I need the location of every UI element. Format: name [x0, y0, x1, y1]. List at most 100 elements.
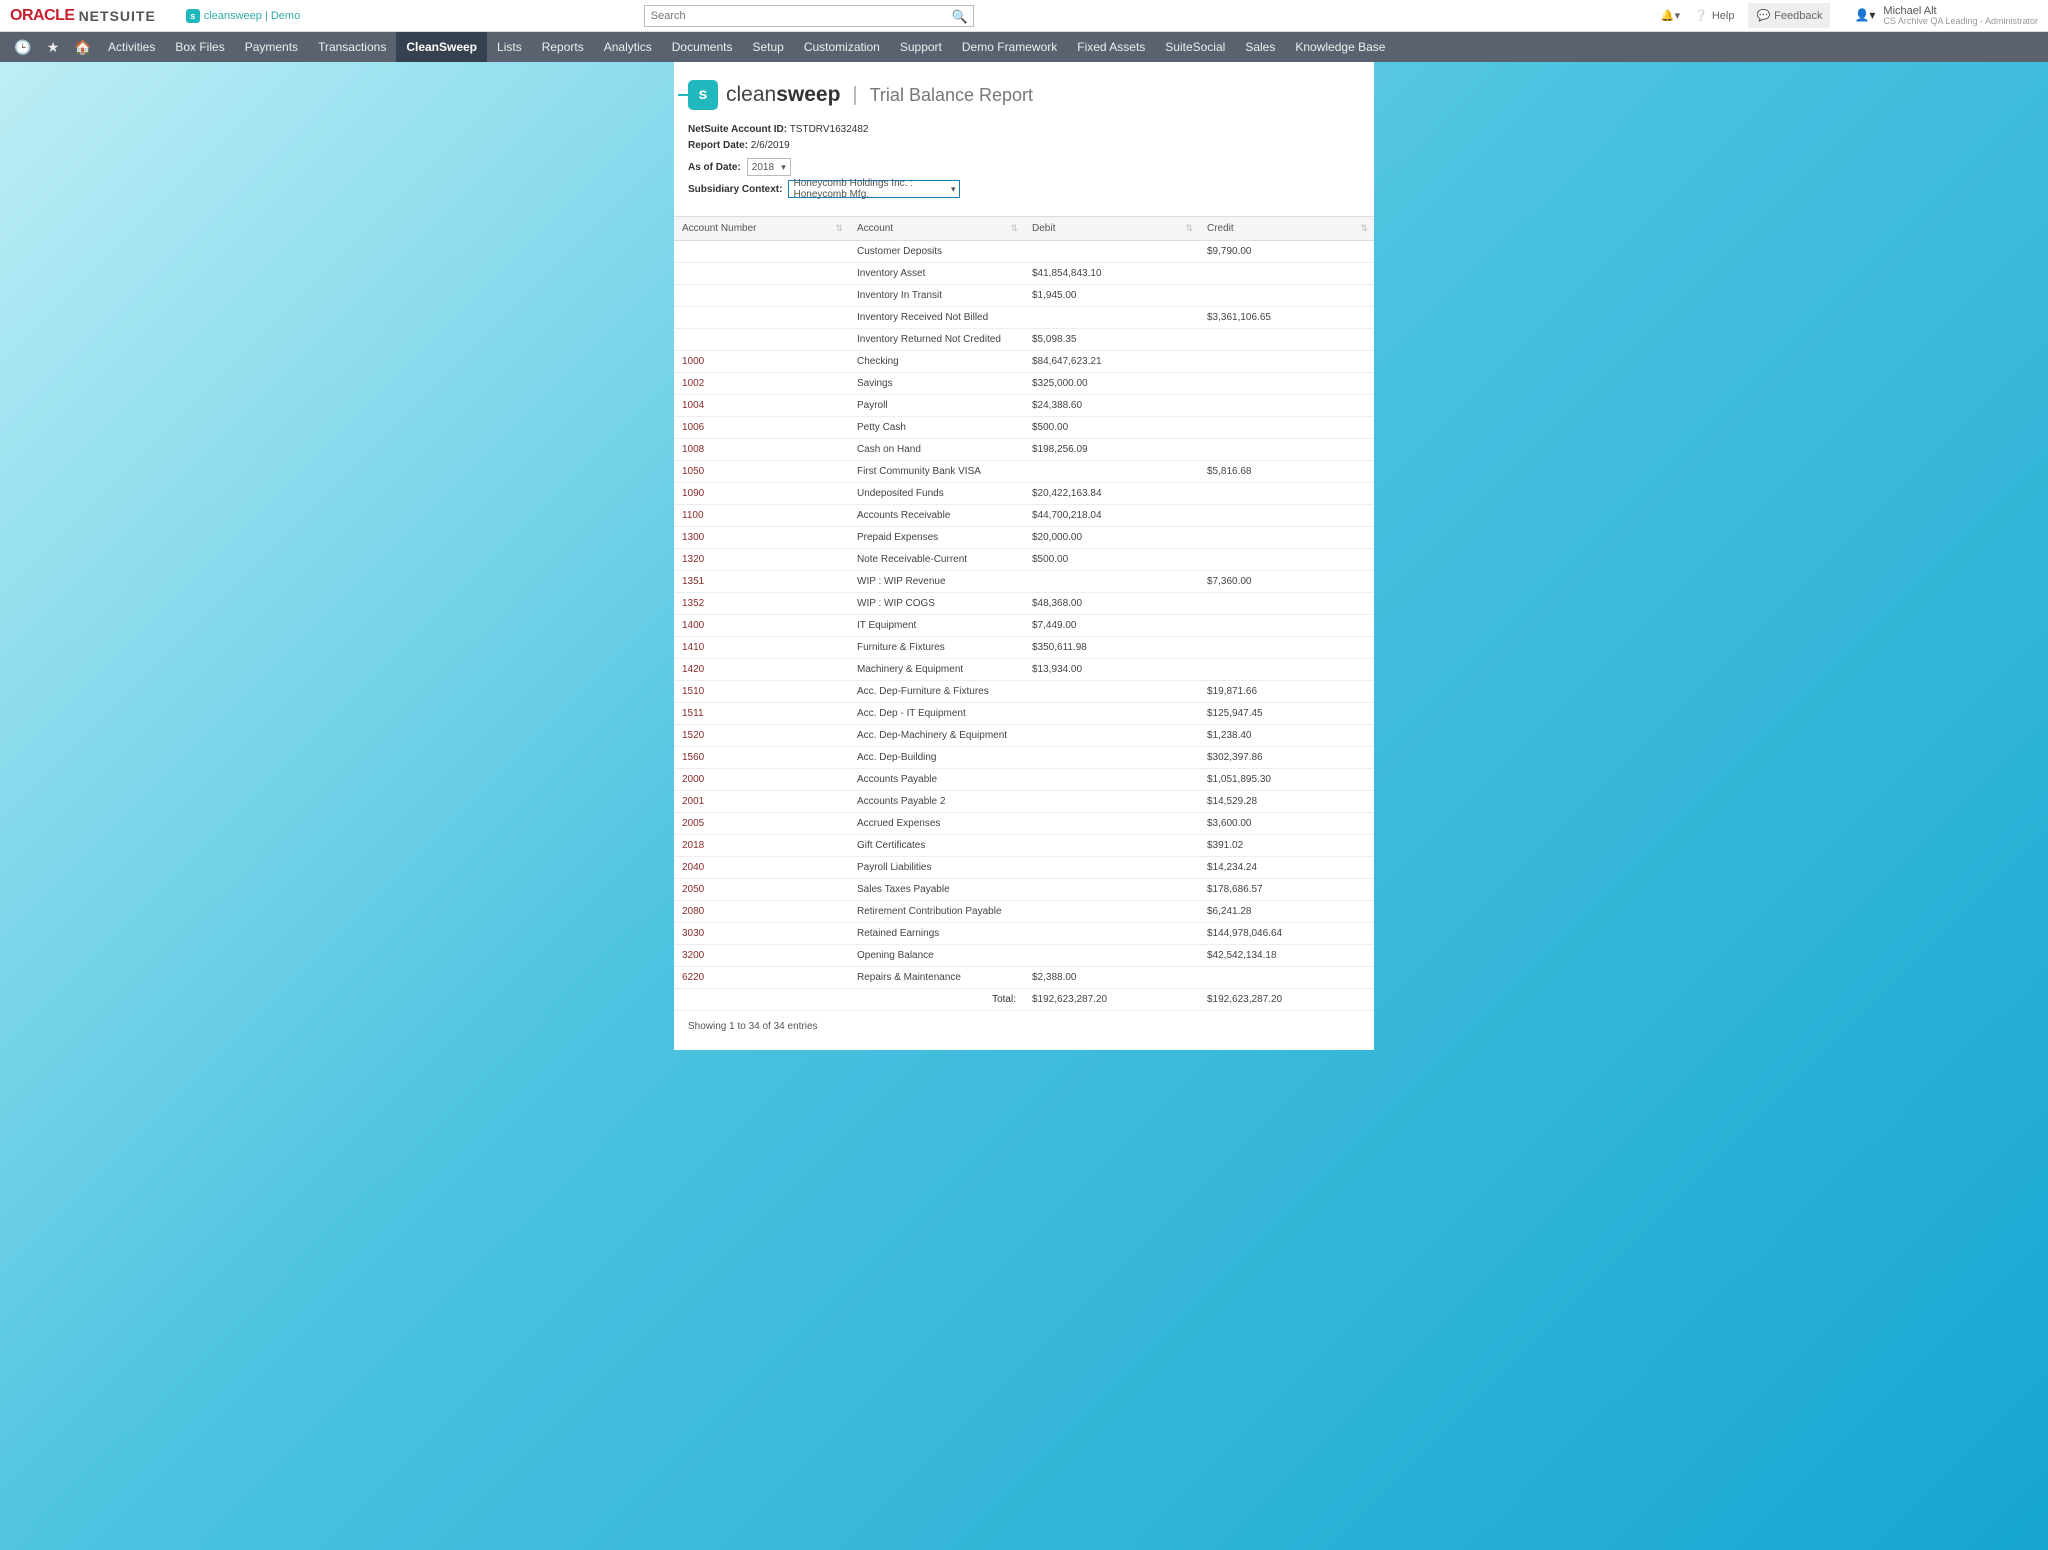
nav-item-transactions[interactable]: Transactions — [308, 32, 396, 62]
col-account[interactable]: Account⇅ — [849, 217, 1024, 241]
table-row: 1008Cash on Hand$198,256.09 — [674, 439, 1374, 461]
cell-account-number: 1006 — [674, 417, 849, 439]
table-row: 1410Furniture & Fixtures$350,611.98 — [674, 637, 1374, 659]
cell-account: Prepaid Expenses — [849, 527, 1024, 549]
cell-account-number: 2001 — [674, 791, 849, 813]
table-row: 1352WIP : WIP COGS$48,368.00 — [674, 593, 1374, 615]
subsidiary-select[interactable]: Honeycomb Holdings Inc. : Honeycomb Mfg. — [788, 180, 960, 198]
report-meta: NetSuite Account ID: TSTDRV1632482 Repor… — [688, 122, 1360, 154]
cell-debit: $44,700,218.04 — [1024, 505, 1199, 527]
cell-account-number: 1520 — [674, 725, 849, 747]
total-credit: $192,623,287.20 — [1199, 989, 1374, 1011]
cell-debit: $500.00 — [1024, 549, 1199, 571]
cell-credit — [1199, 637, 1374, 659]
cleansweep-small-logo[interactable]: s cleansweep | Demo — [186, 9, 300, 23]
report-title: Trial Balance Report — [870, 85, 1033, 106]
table-row: 1510Acc. Dep-Furniture & Fixtures$19,871… — [674, 681, 1374, 703]
cell-credit: $1,238.40 — [1199, 725, 1374, 747]
nav-item-setup[interactable]: Setup — [742, 32, 793, 62]
cell-account: Payroll Liabilities — [849, 857, 1024, 879]
nav-item-sales[interactable]: Sales — [1235, 32, 1285, 62]
nav-item-demo-framework[interactable]: Demo Framework — [952, 32, 1067, 62]
table-row: 1320Note Receivable-Current$500.00 — [674, 549, 1374, 571]
notifications-icon[interactable]: 🔔▾ — [1661, 9, 1680, 22]
col-debit[interactable]: Debit⇅ — [1024, 217, 1199, 241]
cell-debit — [1024, 571, 1199, 593]
col-debit-label: Debit — [1032, 223, 1055, 234]
table-row: 2000Accounts Payable$1,051,895.30 — [674, 769, 1374, 791]
table-row: 1420Machinery & Equipment$13,934.00 — [674, 659, 1374, 681]
cell-credit: $3,361,106.65 — [1199, 307, 1374, 329]
user-menu[interactable]: 👤▾ Michael Alt CS Archive QA Leading - A… — [1854, 5, 2038, 27]
nav-home-icon[interactable]: 🏠 — [68, 39, 98, 56]
cell-debit: $24,388.60 — [1024, 395, 1199, 417]
table-row: 1002Savings$325,000.00 — [674, 373, 1374, 395]
cell-account: Acc. Dep-Building — [849, 747, 1024, 769]
nav-item-documents[interactable]: Documents — [662, 32, 743, 62]
cleansweep-small-text: cleansweep | Demo — [204, 10, 300, 22]
nav-recent-icon[interactable]: 🕒 — [8, 39, 38, 56]
cell-account-number — [674, 241, 849, 263]
col-credit[interactable]: Credit⇅ — [1199, 217, 1374, 241]
nav-item-lists[interactable]: Lists — [487, 32, 532, 62]
cell-account-number: 2005 — [674, 813, 849, 835]
cleansweep-badge-icon: s — [186, 9, 200, 23]
nav-item-box-files[interactable]: Box Files — [165, 32, 234, 62]
table-row: 2018Gift Certificates$391.02 — [674, 835, 1374, 857]
cell-account: Retirement Contribution Payable — [849, 901, 1024, 923]
nav-item-activities[interactable]: Activities — [98, 32, 165, 62]
help-link[interactable]: ❔ Help — [1694, 9, 1734, 22]
report-header: s cleansweep | Trial Balance Report NetS… — [674, 62, 1374, 208]
cell-debit: $7,449.00 — [1024, 615, 1199, 637]
cell-account: Sales Taxes Payable — [849, 879, 1024, 901]
cell-debit — [1024, 901, 1199, 923]
cell-account: Savings — [849, 373, 1024, 395]
nav-item-cleansweep[interactable]: CleanSweep — [396, 32, 487, 62]
user-role: CS Archive QA Leading - Administrator — [1883, 17, 2038, 27]
nav-item-suitesocial[interactable]: SuiteSocial — [1155, 32, 1235, 62]
cell-credit — [1199, 439, 1374, 461]
nav-favorite-icon[interactable]: ★ — [38, 39, 68, 56]
nav-item-knowledge-base[interactable]: Knowledge Base — [1285, 32, 1395, 62]
table-header-row: Account Number⇅ Account⇅ Debit⇅ Credit⇅ — [674, 217, 1374, 241]
nav-item-customization[interactable]: Customization — [794, 32, 890, 62]
cell-account: WIP : WIP COGS — [849, 593, 1024, 615]
col-account-number-label: Account Number — [682, 223, 756, 234]
feedback-link[interactable]: 💬 Feedback — [1748, 3, 1830, 28]
nav-item-reports[interactable]: Reports — [532, 32, 594, 62]
col-account-number[interactable]: Account Number ⇅ — [674, 217, 849, 241]
cell-credit — [1199, 373, 1374, 395]
cell-account: First Community Bank VISA — [849, 461, 1024, 483]
as-of-filter-row: As of Date: 2018 — [688, 158, 1360, 176]
cell-debit — [1024, 241, 1199, 263]
nav-item-support[interactable]: Support — [890, 32, 952, 62]
cell-account-number: 1352 — [674, 593, 849, 615]
topbar-tools: 🔔▾ ❔ Help 💬 Feedback 👤▾ Michael Alt CS A… — [1661, 3, 2038, 28]
search-input[interactable] — [644, 5, 974, 27]
cell-debit: $198,256.09 — [1024, 439, 1199, 461]
report-title-row: s cleansweep | Trial Balance Report — [688, 80, 1360, 110]
table-row: 1100Accounts Receivable$44,700,218.04 — [674, 505, 1374, 527]
nav-item-fixed-assets[interactable]: Fixed Assets — [1067, 32, 1155, 62]
cell-account: Inventory Asset — [849, 263, 1024, 285]
table-row: 1351WIP : WIP Revenue$7,360.00 — [674, 571, 1374, 593]
netsuite-logo: NETSUITE — [79, 8, 156, 24]
cell-account-number: 1000 — [674, 351, 849, 373]
nav-item-payments[interactable]: Payments — [235, 32, 308, 62]
table-row: 1006Petty Cash$500.00 — [674, 417, 1374, 439]
report-date-label: Report Date: — [688, 140, 748, 151]
nav-item-analytics[interactable]: Analytics — [594, 32, 662, 62]
cell-credit: $302,397.86 — [1199, 747, 1374, 769]
cell-debit — [1024, 923, 1199, 945]
user-name: Michael Alt — [1883, 5, 2038, 17]
table-row: Inventory Returned Not Credited$5,098.35 — [674, 329, 1374, 351]
sort-icon: ⇅ — [835, 223, 843, 234]
account-id-label: NetSuite Account ID: — [688, 124, 787, 135]
sort-icon: ⇅ — [1360, 223, 1368, 234]
search-icon[interactable]: 🔍 — [952, 9, 968, 25]
cell-credit: $19,871.66 — [1199, 681, 1374, 703]
cell-account-number: 1100 — [674, 505, 849, 527]
as-of-date-select[interactable]: 2018 — [747, 158, 791, 176]
help-label: Help — [1712, 10, 1735, 22]
cell-account-number: 2018 — [674, 835, 849, 857]
